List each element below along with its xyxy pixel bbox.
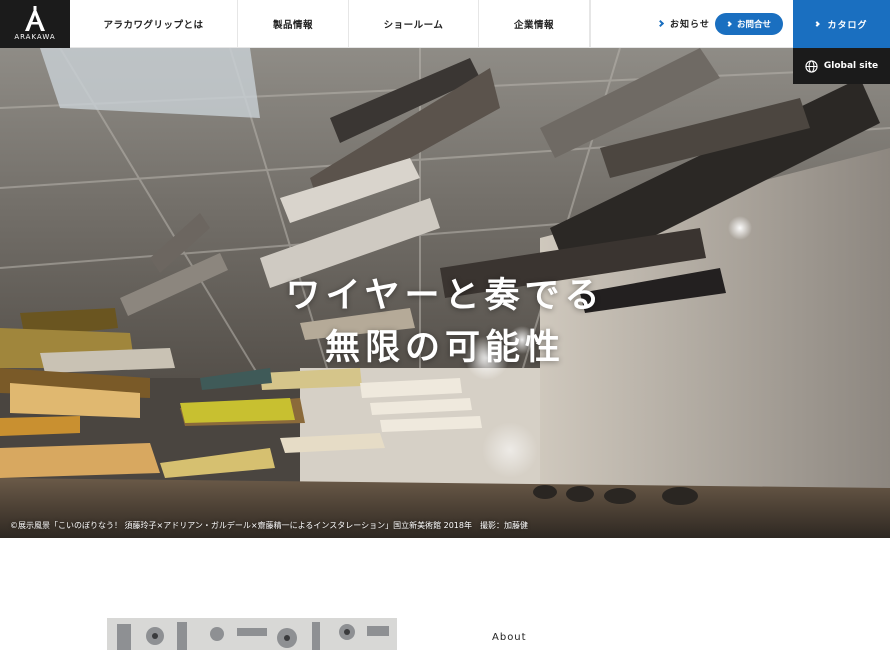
nav-item-products[interactable]: 製品情報: [238, 0, 349, 48]
chevron-right-icon: [726, 21, 732, 27]
catalog-button[interactable]: カタログ: [793, 0, 890, 48]
hero-section: ワイヤーと奏でる 無限の可能性 ©展示風景「こいのぼりなう！ 須藤玲子×アドリア…: [0, 48, 890, 538]
catalog-label: カタログ: [827, 20, 868, 31]
chevron-right-icon: [814, 21, 821, 27]
hero-headline-line2: 無限の可能性: [324, 328, 565, 368]
global-site-button[interactable]: Global site: [793, 48, 890, 84]
wire-hardware-image: [107, 618, 397, 650]
chevron-right-icon: [656, 19, 665, 28]
contact-label: お問合せ: [736, 20, 771, 30]
nav-item-about-grip[interactable]: アラカワグリップとは: [70, 0, 238, 48]
news-label: お知らせ: [670, 20, 710, 30]
contact-button[interactable]: お問合せ: [715, 13, 783, 35]
nav-divider: [590, 0, 591, 48]
nav-item-showroom[interactable]: ショールーム: [349, 0, 479, 48]
global-site-label: Global site: [823, 61, 879, 71]
nav-item-company[interactable]: 企業情報: [479, 0, 590, 48]
site-header: ARAKAWA アラカワグリップとは 製品情報 ショールーム 企業情報 お知らせ…: [0, 0, 890, 48]
about-label: About: [492, 632, 527, 643]
arakawa-logo[interactable]: ARAKAWA: [0, 0, 70, 48]
photo-credit: ©展示風景「こいのぼりなう！ 須藤玲子×アドリアン・ガルデール×齋藤精一によるイ…: [10, 521, 528, 530]
hero-headline-line1: ワイヤーと奏でる: [285, 276, 605, 316]
logo-wordmark: ARAKAWA: [14, 33, 56, 41]
global-nav: アラカワグリップとは 製品情報 ショールーム 企業情報: [70, 0, 590, 48]
product-photo: [107, 618, 397, 650]
hero-headline: ワイヤーと奏でる 無限の可能性: [0, 270, 890, 374]
logo-a-icon: [25, 6, 45, 31]
news-link[interactable]: お知らせ: [656, 17, 710, 30]
globe-icon: [805, 59, 818, 73]
